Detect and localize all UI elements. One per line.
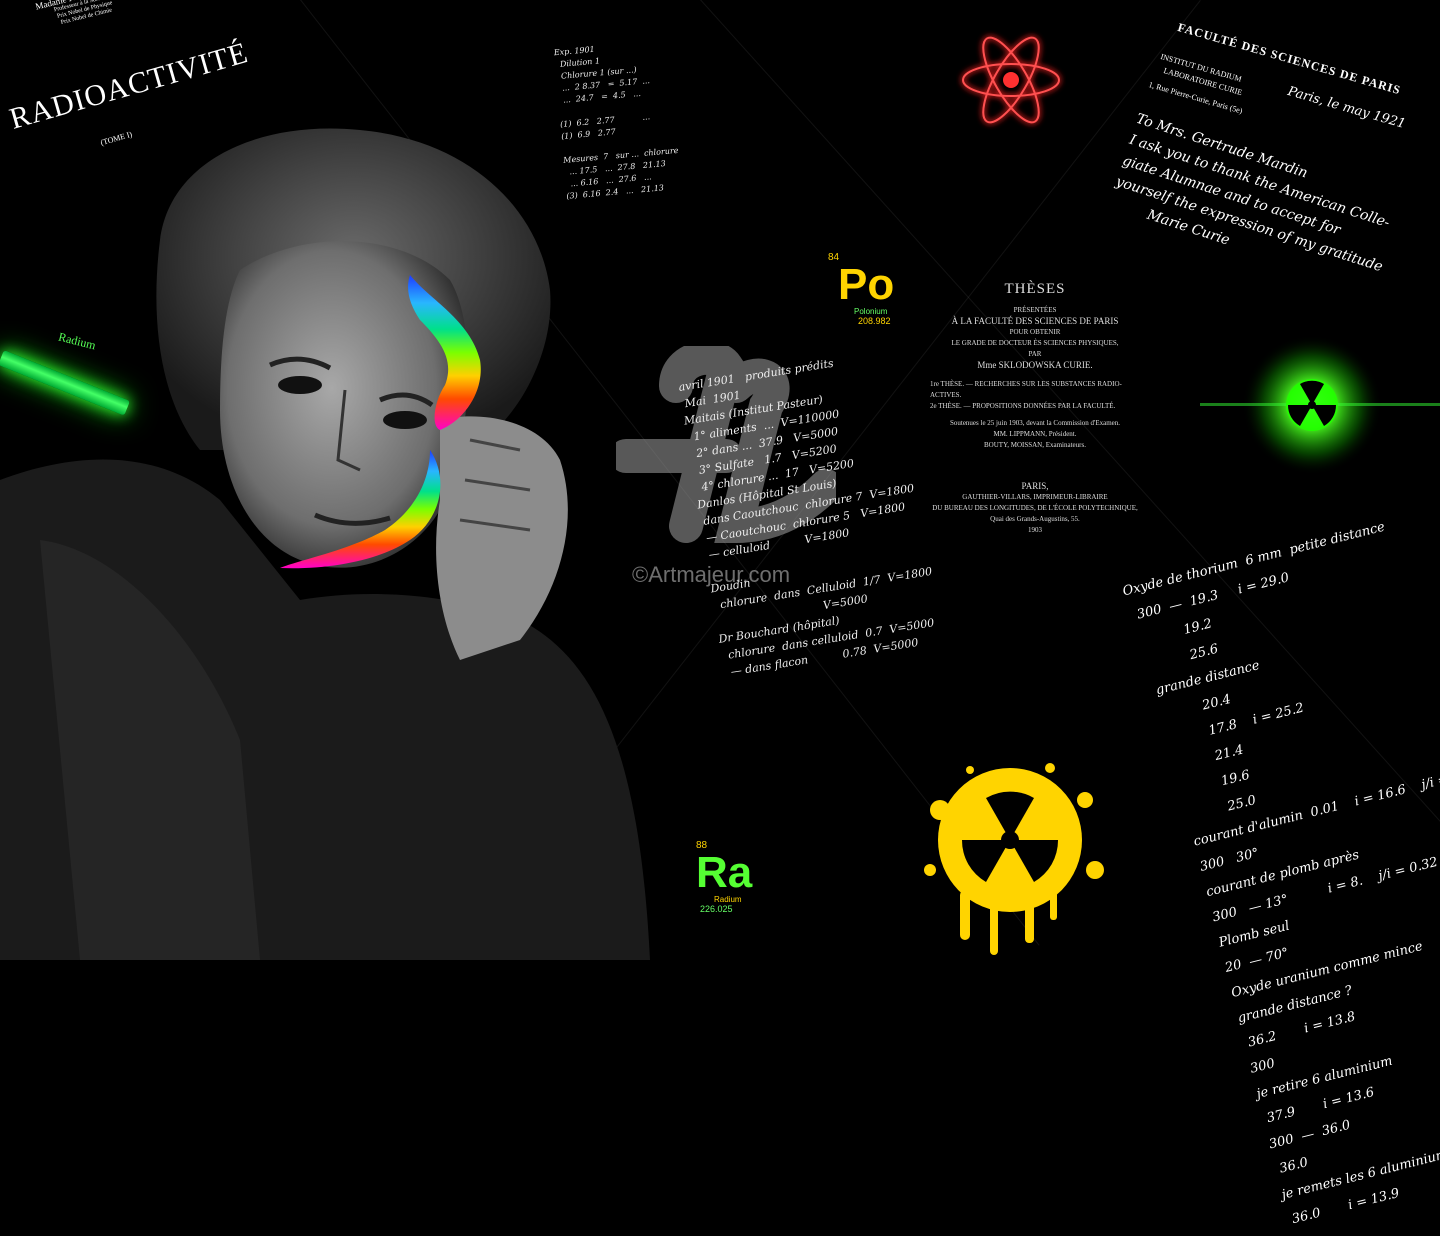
atom-icon	[961, 35, 1061, 125]
radiation-glow-icon	[1200, 335, 1440, 475]
thesis-publisher: Quai des Grands-Augustins, 55.	[990, 515, 1080, 523]
element-symbol: Ra	[696, 848, 753, 897]
handwritten-calculations: Oxyde de thorium 6 mm petite distance 30…	[1121, 519, 1440, 1228]
thesis-line: PRÉSENTÉES	[1013, 306, 1057, 314]
thesis-line: PAR	[1028, 350, 1042, 358]
portrait-illustration	[0, 128, 650, 960]
element-symbol: Po	[838, 260, 895, 309]
thesis-line: 2e THÈSE. — PROPOSITIONS DONNÉES PAR LA …	[930, 402, 1116, 410]
element-radium: 88 Ra Radium 226.025	[696, 840, 752, 914]
letter-body: To Mrs. Gertrude Mardin I ask you to tha…	[1106, 110, 1392, 276]
thesis-publisher: GAUTHIER-VILLARS, IMPRIMEUR-LIBRAIRE	[962, 493, 1108, 501]
thesis-line: Soutenues le 25 juin 1903, devant la Com…	[949, 419, 1121, 427]
element-mass: 208.982	[858, 316, 891, 326]
thesis-line: MM. LIPPMANN, Président.	[993, 430, 1077, 438]
element-polonium: 84 Po Polonium 208.982	[828, 252, 894, 326]
thesis-city: PARIS,	[1021, 481, 1049, 491]
thesis-line: À LA FACULTÉ DES SCIENCES DE PARIS	[951, 316, 1119, 326]
radiation-warning-icon	[924, 763, 1104, 955]
thesis-publisher: DU BUREAU DES LONGITUDES, DE L'ÉCOLE POL…	[932, 504, 1138, 512]
thesis-title-page: THÈSES PRÉSENTÉES À LA FACULTÉ DES SCIEN…	[930, 281, 1140, 536]
thesis-line: POUR OBTENIR	[1009, 328, 1061, 336]
handwritten-notes-top: Exp. 1901 Dilution 1 Chlorure 1 (sur ...…	[553, 44, 679, 201]
handwritten-notes-middle: avril 1901 produits prédits Mai 1901 Mai…	[677, 356, 936, 680]
element-mass: 226.025	[700, 904, 733, 914]
thesis-year: 1903	[1028, 526, 1042, 534]
thesis-line: 1re THÈSE. — RECHERCHES SUR LES SUBSTANC…	[930, 380, 1122, 399]
thesis-line: BOUTY, MOISSAN, Examinateurs.	[984, 441, 1086, 449]
thesis-line: Mme SKLODOWSKA CURIE.	[977, 360, 1093, 370]
thesis-title: THÈSES	[1004, 281, 1066, 297]
thesis-line: LE GRADE DE DOCTEUR ÈS SCIENCES PHYSIQUE…	[951, 339, 1119, 347]
book-author: Madame PIERRE CURIE Professeur à la Sorb…	[34, 0, 128, 26]
